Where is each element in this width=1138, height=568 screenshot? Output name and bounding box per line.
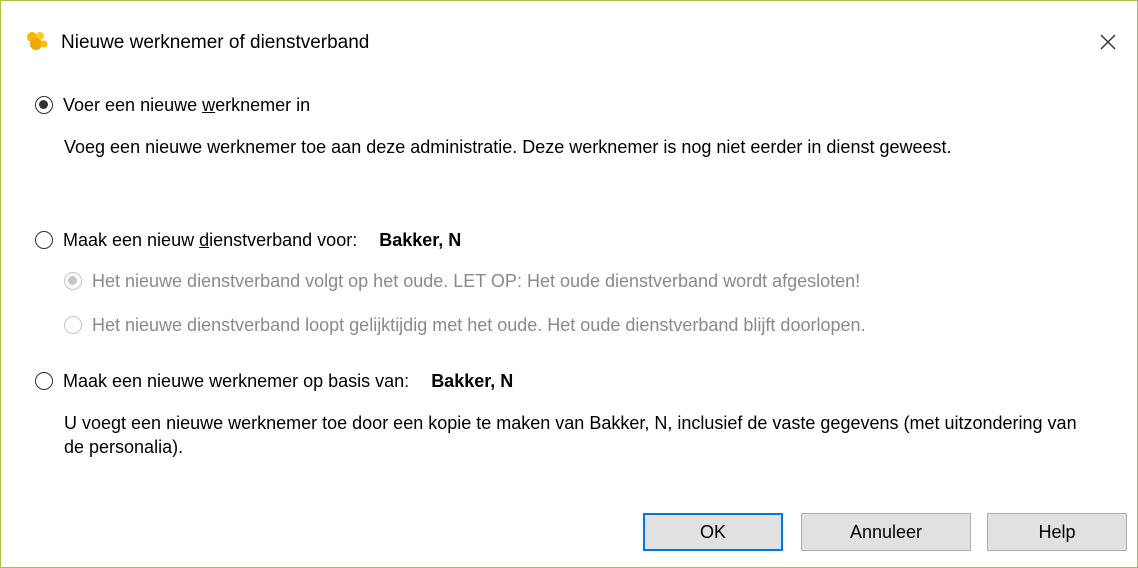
radio-copy-employee[interactable] — [35, 372, 53, 390]
title-bar: Nieuwe werknemer of dienstverband — [1, 1, 1137, 63]
option-new-employment-label: Maak een nieuw dienstverband voor: — [63, 230, 358, 250]
option-new-employee-label: Voer een nieuwe werknemer in — [63, 95, 311, 115]
option-new-employee[interactable]: Voer een nieuwe werknemer in — [35, 94, 310, 116]
ok-button[interactable]: OK — [643, 513, 783, 551]
option-copy-employee[interactable]: Maak een nieuwe werknemer op basis van: … — [35, 370, 513, 392]
radio-new-employee[interactable] — [35, 96, 53, 114]
close-icon[interactable] — [1093, 27, 1123, 57]
radio-new-employment[interactable] — [35, 231, 53, 249]
option-new-employment[interactable]: Maak een nieuw dienstverband voor: Bakke… — [35, 229, 461, 251]
employment-employee-name: Bakker, N — [379, 230, 462, 250]
dialog: Nieuwe werknemer of dienstverband Voer e… — [0, 0, 1138, 568]
radio-parallel — [64, 316, 82, 334]
option-copy-employee-label: Maak een nieuwe werknemer op basis van: — [63, 371, 410, 391]
copy-employee-description: U voegt een nieuwe werknemer toe door ee… — [64, 413, 1077, 457]
yellow-logo-icon — [25, 30, 49, 52]
sub-option-follows: Het nieuwe dienstverband volgt op het ou… — [64, 270, 860, 292]
radio-follows — [64, 272, 82, 290]
cancel-button[interactable]: Annuleer — [801, 513, 971, 551]
copy-employee-name: Bakker, N — [431, 371, 514, 391]
sub-option-follows-label: Het nieuwe dienstverband volgt op het ou… — [92, 271, 861, 291]
help-button[interactable]: Help — [987, 513, 1127, 551]
window-title: Nieuwe werknemer of dienstverband — [61, 32, 370, 53]
sub-option-parallel-label: Het nieuwe dienstverband loopt gelijktij… — [92, 315, 866, 335]
sub-option-parallel: Het nieuwe dienstverband loopt gelijktij… — [64, 314, 866, 336]
new-employee-description: Voeg een nieuwe werknemer toe aan deze a… — [64, 137, 952, 157]
